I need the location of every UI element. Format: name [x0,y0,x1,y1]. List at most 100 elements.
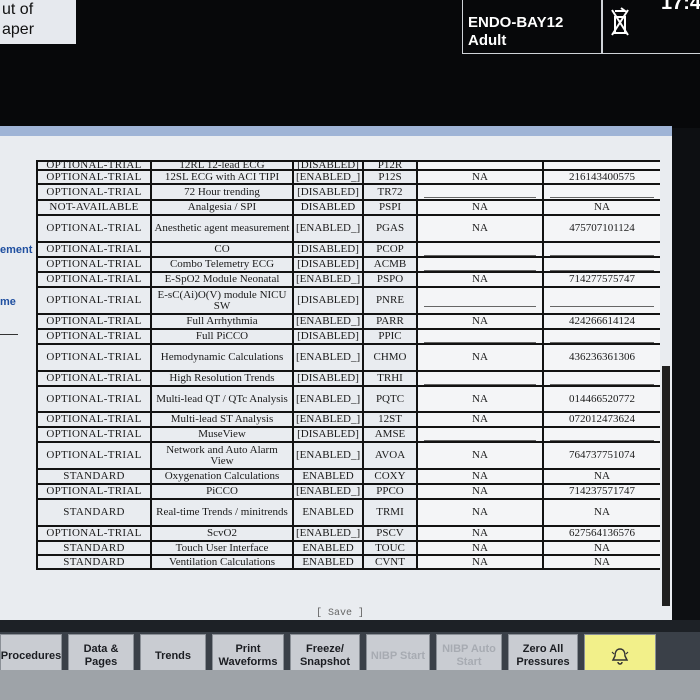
cell-serial[interactable]: 475707101124 [542,214,660,243]
cell-state[interactable]: [DISABLED] [292,183,364,201]
cell-state[interactable]: ENABLED [292,554,364,570]
cell-option: E-sC(Ai)O(V) module NICU SW [150,286,294,315]
cell-state[interactable]: [ENABLED_] [292,313,364,330]
cell-state[interactable]: DISABLED [292,199,364,216]
cell-key[interactable]: NA [416,498,544,527]
cell-serial[interactable]: 424266614124 [542,313,660,330]
cell-key[interactable]: NA [416,169,544,185]
cell-state[interactable]: [DISABLED] [292,256,364,273]
cell-state[interactable]: [ENABLED_] [292,271,364,288]
cell-serial[interactable]: 014466520772 [542,385,660,413]
cell-state[interactable]: [ENABLED_] [292,169,364,185]
cell-state[interactable]: [ENABLED_] [292,411,364,428]
cell-serial[interactable] [542,160,660,171]
cell-serial[interactable] [542,286,660,315]
cell-key[interactable]: NA [416,468,544,485]
cell-status: OPTIONAL-TRIAL [36,328,152,345]
cell-state[interactable]: [ENABLED_] [292,343,364,372]
cell-serial[interactable] [542,426,660,443]
cell-state[interactable]: [DISABLED] [292,370,364,387]
cell-serial[interactable] [542,183,660,201]
cell-key[interactable] [416,241,544,258]
cell-serial[interactable]: 216143400575 [542,169,660,185]
side-label-2: me [0,296,16,308]
cell-key[interactable] [416,286,544,315]
cell-state[interactable]: ENABLED [292,468,364,485]
cell-key[interactable] [416,328,544,345]
cell-state[interactable]: [DISABLED] [292,426,364,443]
empty-entry-line [550,429,654,440]
cell-key[interactable]: NA [416,411,544,428]
table-row: OPTIONAL-TRIAL Combo Telemetry ECG [DISABL… [36,256,660,273]
cell-status: OPTIONAL-TRIAL [36,385,152,413]
cell-option: ScvO2 [150,525,294,542]
cell-serial[interactable]: 714237571747 [542,483,660,500]
options-table-viewport: OPTIONAL-TRIAL 12RL 12-lead ECG [DISABLE… [36,160,660,596]
cell-serial[interactable]: NA [542,468,660,485]
cell-key[interactable] [416,256,544,273]
cell-code: CVNT [362,554,418,570]
cell-state[interactable]: [DISABLED] [292,160,364,171]
cell-option: High Resolution Trends [150,370,294,387]
cell-key[interactable]: NA [416,525,544,542]
cell-serial[interactable] [542,370,660,387]
cell-code: TOUC [362,540,418,556]
cell-key[interactable]: NA [416,343,544,372]
side-label-1: ement [0,244,33,256]
cell-key[interactable]: NA [416,540,544,556]
cell-key[interactable]: NA [416,313,544,330]
cell-key[interactable] [416,160,544,171]
cell-state[interactable]: [ENABLED_] [292,441,364,470]
cell-key[interactable] [416,426,544,443]
cell-state[interactable]: [ENABLED_] [292,483,364,500]
cell-key[interactable]: NA [416,271,544,288]
cell-status: STANDARD [36,540,152,556]
empty-entry-line [550,295,654,307]
table-row: OPTIONAL-TRIAL High Resolution Trends [DIS… [36,370,660,387]
cell-serial[interactable]: 627564136576 [542,525,660,542]
cell-state[interactable]: [ENABLED_] [292,525,364,542]
cell-serial[interactable]: NA [542,540,660,556]
cell-serial[interactable]: 714277575747 [542,271,660,288]
cell-state[interactable]: [ENABLED_] [292,214,364,243]
cell-code: PPIC [362,328,418,345]
side-divider [0,334,18,335]
cell-key[interactable]: NA [416,554,544,570]
cell-serial[interactable]: 072012473624 [542,411,660,428]
save-button[interactable]: [ Save ] [316,608,364,619]
cell-code: 12ST [362,411,418,428]
cell-state[interactable]: [DISABLED] [292,328,364,345]
cell-state[interactable]: ENABLED [292,540,364,556]
cell-serial[interactable] [542,328,660,345]
cell-key[interactable]: NA [416,199,544,216]
cell-serial[interactable]: NA [542,498,660,527]
cell-state[interactable]: [DISABLED] [292,241,364,258]
cell-key[interactable] [416,370,544,387]
cell-serial[interactable]: NA [542,199,660,216]
cell-serial[interactable]: NA [542,554,660,570]
time-box: 17:43 [602,0,700,54]
cell-state[interactable]: [DISABLED] [292,286,364,315]
cell-key[interactable]: NA [416,385,544,413]
cell-code: TR72 [362,183,418,201]
cell-serial[interactable]: 436236361306 [542,343,660,372]
cell-state[interactable]: [ENABLED_] [292,385,364,413]
cell-key[interactable]: NA [416,441,544,470]
cell-state[interactable]: ENABLED [292,498,364,527]
cell-serial[interactable] [542,241,660,258]
patient-info-box[interactable]: ENDO-BAY12 Adult [462,0,602,54]
table-row: STANDARD Touch User Interface ENABLED TOUC N… [36,540,660,556]
cell-option: PiCCO [150,483,294,500]
cell-serial[interactable]: 764737751074 [542,441,660,470]
message-line-2: aper [2,21,35,38]
cell-key[interactable]: NA [416,483,544,500]
table-row: OPTIONAL-TRIAL Full PiCCO [DISABLED] PPIC [36,328,660,345]
patient-type: Adult [468,32,507,49]
cell-key[interactable] [416,183,544,201]
cell-code: PSPI [362,199,418,216]
cell-serial[interactable] [542,256,660,273]
bell-icon [611,648,629,665]
table-scrollbar[interactable] [662,366,670,606]
cell-key[interactable]: NA [416,214,544,243]
cell-status: STANDARD [36,554,152,570]
